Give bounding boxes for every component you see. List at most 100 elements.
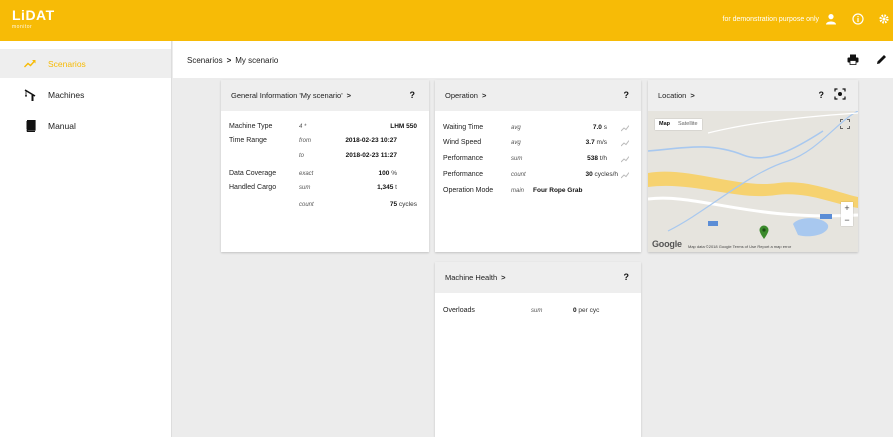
row-value: 75 cycles	[389, 201, 417, 208]
map-tab-map[interactable]: Map	[655, 119, 674, 130]
logo-subtext: monitor	[12, 24, 33, 30]
help-icon[interactable]: ?	[819, 90, 825, 100]
top-bar: LiDAT monitor for demonstration purpose …	[0, 0, 893, 41]
book-icon	[24, 119, 36, 132]
card-title[interactable]: General Information 'My scenario' >	[231, 91, 351, 100]
row-aggregation: from	[299, 138, 311, 144]
sparkline-icon[interactable]	[621, 125, 629, 132]
sidebar-item-label: Scenarios	[48, 58, 86, 69]
row-label: Time Range	[229, 137, 267, 144]
help-icon[interactable]: ?	[624, 272, 630, 282]
row-value: Four Rope Grab	[533, 187, 583, 194]
operation-card: Operation > ? Waiting Time avg 7.0 s Wind…	[435, 80, 641, 252]
row-aggregation: count	[299, 202, 314, 208]
google-logo: Google	[652, 239, 682, 249]
row-label: Performance	[443, 171, 484, 178]
sidebar-item-label: Machines	[48, 89, 85, 100]
row-label: Overloads	[443, 307, 475, 314]
print-icon[interactable]	[847, 54, 859, 66]
map-tiles	[648, 111, 858, 252]
table-row: Machine Type 4 * LHM 550	[229, 123, 421, 134]
row-label: Data Coverage	[229, 170, 277, 177]
sidebar: Scenarios Machines Manual	[0, 41, 172, 437]
row-label: Wind Speed	[443, 139, 482, 146]
row-aggregation: main	[511, 188, 525, 194]
card-title[interactable]: Machine Health >	[445, 273, 506, 282]
card-title[interactable]: Operation >	[445, 91, 486, 100]
sparkline-icon[interactable]	[621, 140, 629, 147]
zoom-out-button[interactable]: −	[841, 214, 853, 226]
table-row: Time Range from 2018-02-23 10:27	[229, 137, 421, 148]
general-information-card: General Information 'My scenario' > ? Mac…	[221, 80, 429, 252]
machine-health-card: Machine Health > ? Overloads sum 0 per cy…	[435, 262, 641, 437]
row-value: 538 t/h	[587, 155, 607, 162]
row-value: 0 per cyc	[573, 307, 600, 314]
card-header: Machine Health > ?	[435, 262, 641, 293]
row-value: LHM 550	[390, 123, 417, 130]
sparkline-icon[interactable]	[621, 172, 629, 179]
table-row: Waiting Time avg 7.0 s	[443, 124, 633, 135]
table-row: Performance sum 538 t/h	[443, 155, 633, 166]
table-row: count 75 cycles	[229, 201, 421, 212]
sidebar-item-scenarios[interactable]: Scenarios	[0, 49, 171, 78]
row-aggregation: count	[511, 172, 526, 178]
fullscreen-icon[interactable]	[840, 119, 850, 129]
table-row: Wind Speed avg 3.7 m/s	[443, 139, 633, 150]
row-aggregation: to	[299, 153, 305, 159]
row-aggregation: avg	[511, 125, 521, 131]
row-value: 30 cycles/h	[585, 171, 618, 178]
edit-icon[interactable]	[875, 54, 887, 66]
map-tab-satellite[interactable]: Satellite	[674, 119, 702, 130]
row-label: Machine Type	[229, 123, 273, 130]
row-aggregation: exact	[299, 171, 314, 177]
sparkline-icon[interactable]	[621, 156, 629, 163]
row-value: 2018-02-23 10:27	[345, 137, 397, 144]
user-icon[interactable]	[824, 13, 838, 27]
card-header: General Information 'My scenario' > ?	[221, 80, 429, 111]
crane-icon	[24, 88, 36, 101]
help-icon[interactable]: ?	[410, 90, 416, 100]
map-pin-icon[interactable]	[759, 225, 769, 239]
map-type-tabs: Map Satellite	[655, 119, 702, 130]
sidebar-item-machines[interactable]: Machines	[0, 80, 171, 109]
breadcrumb-bar: Scenarios > My scenario	[173, 41, 893, 78]
breadcrumb-current: My scenario	[235, 56, 279, 65]
row-aggregation: avg	[511, 140, 521, 146]
table-row: Handled Cargo sum 1,345 t	[229, 184, 421, 195]
info-icon[interactable]	[851, 13, 865, 27]
row-aggregation: sum	[299, 185, 311, 191]
row-label: Handled Cargo	[229, 184, 277, 191]
row-aggregation: sum	[511, 156, 523, 162]
breadcrumb-root[interactable]: Scenarios	[187, 56, 223, 65]
row-value: 3.7 m/s	[585, 139, 607, 146]
logo-text: LiDAT	[12, 7, 55, 23]
table-row: Data Coverage exact 100 %	[229, 170, 421, 181]
trend-icon	[24, 58, 36, 70]
map-attribution[interactable]: Map data ©2018 Google Terms of Use Repor…	[688, 244, 791, 249]
table-row: Performance count 30 cycles/h	[443, 171, 633, 182]
row-aggregation: 4 *	[299, 124, 307, 130]
sidebar-item-label: Manual	[48, 120, 76, 131]
location-map[interactable]: Map Satellite + − Google Map data ©2018 …	[648, 111, 858, 252]
row-label: Performance	[443, 155, 484, 162]
locate-icon[interactable]	[834, 88, 846, 100]
row-value: 7.0 s	[592, 124, 607, 131]
app-logo[interactable]: LiDAT monitor	[12, 8, 55, 30]
zoom-in-button[interactable]: +	[841, 202, 853, 214]
zoom-controls: + −	[841, 202, 853, 226]
card-header: Location > ?	[648, 80, 858, 111]
table-row: Overloads sum 0 per cyc	[443, 307, 633, 318]
table-row: Operation Mode main Four Rope Grab	[443, 187, 633, 198]
card-title[interactable]: Location >	[658, 91, 695, 100]
breadcrumb: Scenarios > My scenario	[187, 56, 278, 65]
sidebar-item-manual[interactable]: Manual	[0, 111, 171, 140]
row-value: 100 %	[378, 170, 397, 177]
settings-icon[interactable]	[877, 13, 891, 27]
row-value: 1,345 t	[377, 184, 397, 191]
row-value: 2018-02-23 11:27	[345, 152, 397, 159]
breadcrumb-separator: >	[226, 56, 232, 65]
help-icon[interactable]: ?	[624, 90, 630, 100]
demo-notice: for demonstration purpose only	[722, 16, 820, 23]
row-label: Waiting Time	[443, 124, 484, 131]
table-row: to 2018-02-23 11:27	[229, 152, 421, 163]
